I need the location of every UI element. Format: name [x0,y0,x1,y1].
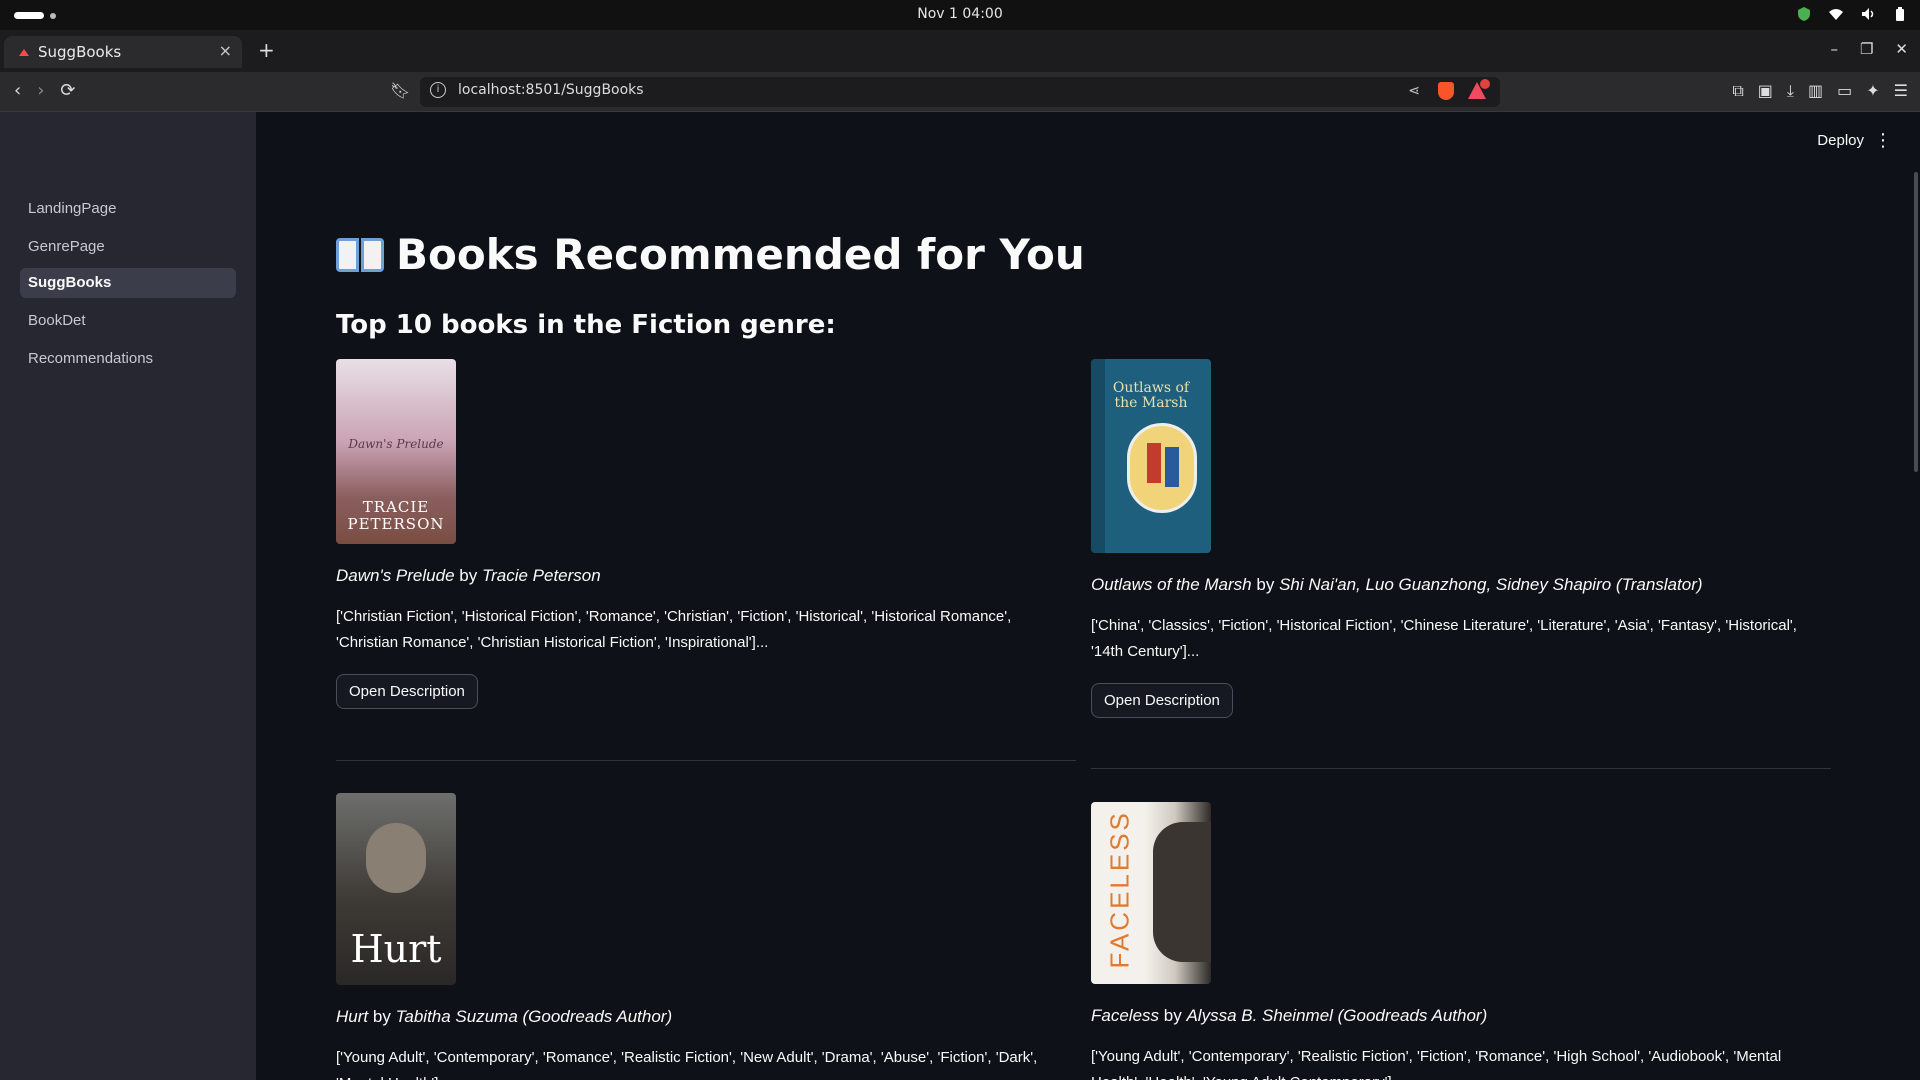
open-description-button[interactable]: Open Description [336,674,478,709]
sidebar-toggle-icon[interactable]: ▥ [1808,81,1823,101]
genre-subtitle: Top 10 books in the Fiction genre: [336,310,836,340]
by-label: by [372,1007,391,1026]
book-author: Shi Nai'an, Luo Guanzhong, Sidney Shapir… [1279,575,1703,594]
tab-title: SuggBooks [38,43,122,61]
card-divider [1091,768,1831,769]
system-clock[interactable]: Nov 1 04:00 [0,6,1920,22]
sidebar-item-recommendations[interactable]: Recommendations [20,344,236,374]
window-controls: – ❐ ✕ [1830,40,1908,58]
os-top-bar: Nov 1 04:00 [0,0,1920,30]
deploy-button[interactable]: Deploy [1817,132,1864,149]
menu-icon[interactable]: ☰ [1894,81,1908,101]
volume-icon[interactable] [1860,6,1876,22]
leo-ai-icon[interactable]: ✦ [1866,81,1879,101]
system-tray[interactable] [1796,6,1908,22]
book-genres: ['Christian Fiction', 'Historical Fictio… [336,608,1012,651]
open-book-icon [336,238,384,272]
notification-badge [1480,79,1490,89]
by-label: by [459,566,478,585]
book-title: Dawn's Prelude [336,566,455,585]
by-label: by [1163,1006,1182,1025]
forward-icon[interactable]: › [37,80,44,101]
maximize-icon[interactable]: ❐ [1860,40,1873,58]
bookmark-icon[interactable]: 🔖︎ [390,81,410,100]
close-window-icon[interactable]: ✕ [1895,40,1908,58]
browser-tools: ⧉ ▣ ⤓ ▥ ▭ ✦ ☰ [1732,81,1908,101]
share-icon[interactable]: ⋖ [1408,83,1420,99]
new-tab-button[interactable]: + [258,38,275,62]
sidebar-item-landingpage[interactable]: LandingPage [20,194,236,224]
sidebar-item-genrepage[interactable]: GenrePage [20,232,236,262]
book-card: FACELESS Faceless by Alyssa B. Sheinmel … [1091,802,1831,1080]
scrollbar[interactable] [1914,172,1918,472]
url-text[interactable]: localhost:8501/SuggBooks [458,82,644,98]
book-cover-image: FACELESS [1091,802,1211,984]
book-genres: ['Young Adult', 'Contemporary', 'Romance… [336,1049,1038,1080]
reload-icon[interactable]: ⟳ [60,80,75,101]
site-info-icon[interactable]: i [430,82,446,98]
book-title: Faceless [1091,1006,1160,1025]
battery-icon[interactable] [1892,6,1908,22]
browser-toolbar: ‹ › ⟳ 🔖︎ i localhost:8501/SuggBooks ⋖ ⧉ … [0,72,1920,112]
extensions-icon[interactable]: ⧉ [1732,81,1743,101]
book-title: Hurt [336,1007,369,1026]
book-cover-image: Hurt [336,793,456,985]
main-content: Deploy ⋮ Books Recommended for You Top 1… [256,112,1920,1080]
card-divider [336,760,1076,761]
book-title-line: Outlaws of the Marsh by Shi Nai'an, Luo … [1091,575,1831,595]
browser-tab-strip: SuggBooks × + – ❐ ✕ [0,30,1920,72]
by-label: by [1256,575,1275,594]
app-sidebar: LandingPage GenrePage SuggBooks BookDet … [0,112,256,1080]
minimize-icon[interactable]: – [1830,40,1838,58]
book-title: Outlaws of the Marsh [1091,575,1252,594]
brave-shields-icon[interactable] [1438,82,1454,100]
back-icon[interactable]: ‹ [14,80,21,101]
book-title-line: Dawn's Prelude by Tracie Peterson [336,566,1076,586]
book-genres: ['Young Adult', 'Contemporary', 'Realist… [1091,1048,1782,1080]
book-author: Tabitha Suzuma (Goodreads Author) [395,1007,673,1026]
book-title-line: Hurt by Tabitha Suzuma (Goodreads Author… [336,1007,1076,1027]
address-bar[interactable]: i localhost:8501/SuggBooks ⋖ [420,77,1500,107]
close-tab-icon[interactable]: × [219,41,232,60]
download-icon[interactable]: ⤓ [1787,81,1794,101]
book-author: Tracie Peterson [481,566,601,585]
shield-icon[interactable] [1796,6,1812,22]
open-description-button[interactable]: Open Description [1091,683,1233,718]
book-title-line: Faceless by Alyssa B. Sheinmel (Goodread… [1091,1006,1831,1026]
sidebar-item-bookdet[interactable]: BookDet [20,306,236,336]
app-menu-icon[interactable]: ⋮ [1874,130,1892,151]
page-title-text: Books Recommended for You [396,230,1085,279]
streamlit-favicon-icon [18,45,30,57]
wallet-icon[interactable]: ▭ [1837,81,1852,101]
book-author: Alyssa B. Sheinmel (Goodreads Author) [1186,1006,1488,1025]
page-title: Books Recommended for You [336,230,1085,279]
book-card: Hurt Hurt by Tabitha Suzuma (Goodreads A… [336,793,1076,1080]
tab-suggbooks[interactable]: SuggBooks × [4,36,242,68]
book-cover-image: Outlaws of the Marsh [1091,359,1211,553]
book-card: Dawn's Prelude TRACIE PETERSON Dawn's Pr… [336,359,1076,709]
book-cover-image: Dawn's Prelude TRACIE PETERSON [336,359,456,544]
wifi-icon[interactable] [1828,6,1844,22]
screenshot-icon[interactable]: ▣ [1758,81,1773,101]
sidebar-item-suggbooks[interactable]: SuggBooks [20,268,236,298]
book-genres: ['China', 'Classics', 'Fiction', 'Histor… [1091,617,1797,660]
book-card: Outlaws of the Marsh Outlaws of the Mars… [1091,359,1831,718]
